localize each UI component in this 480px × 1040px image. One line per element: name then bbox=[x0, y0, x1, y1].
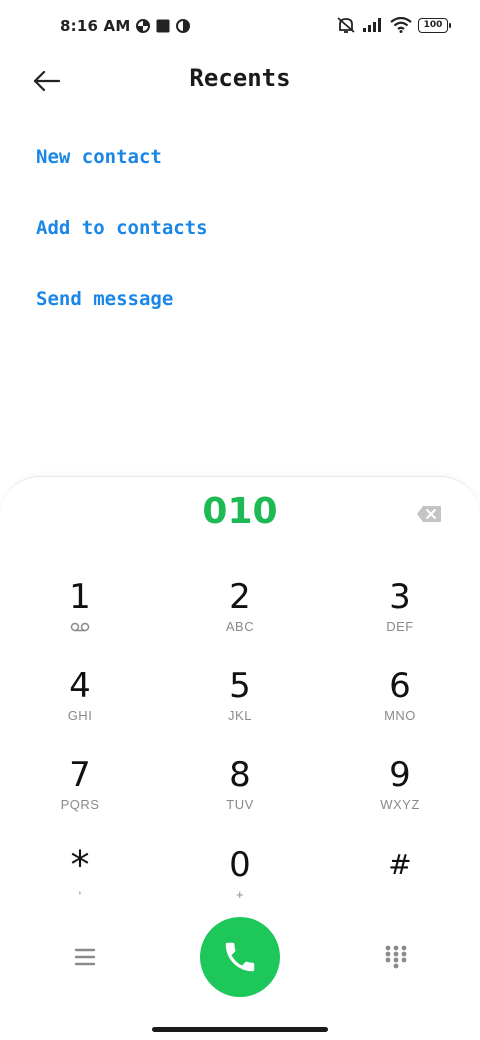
key-3[interactable]: 3 DEF bbox=[340, 577, 460, 657]
call-button[interactable] bbox=[200, 917, 280, 997]
dialer-panel: 010 1 2 ABC 3 DEF 4 GHI 5 JKL 6 MNO 7 PQ… bbox=[0, 476, 480, 1040]
key-digit: 2 bbox=[229, 577, 251, 617]
signal-icon bbox=[363, 18, 381, 32]
key-letters: DEF bbox=[386, 619, 414, 634]
mute-vibrate-icon bbox=[337, 17, 355, 33]
page-title: Recents bbox=[189, 64, 291, 92]
key-1[interactable]: 1 bbox=[20, 577, 140, 657]
key-digit: 7 bbox=[69, 755, 91, 795]
voicemail-icon bbox=[70, 622, 90, 632]
key-letters: TUV bbox=[226, 797, 254, 812]
key-digit: 4 bbox=[69, 666, 91, 706]
key-4[interactable]: 4 GHI bbox=[20, 666, 140, 746]
key-digit: 1 bbox=[69, 577, 91, 617]
key-8[interactable]: 8 TUV bbox=[180, 755, 300, 835]
status-time: 8:16 AM bbox=[60, 17, 131, 35]
key-0[interactable]: 0 + bbox=[180, 845, 300, 925]
key-digit: 9 bbox=[389, 755, 411, 795]
key-7[interactable]: 7 PQRS bbox=[20, 755, 140, 835]
key-digit: 0 bbox=[229, 845, 251, 885]
square-notification-icon bbox=[156, 19, 170, 33]
key-6[interactable]: 6 MNO bbox=[340, 666, 460, 746]
key-digit: # bbox=[388, 848, 412, 881]
backspace-icon[interactable] bbox=[416, 505, 442, 523]
key-digit: 6 bbox=[389, 666, 411, 706]
key-letters: MNO bbox=[384, 708, 416, 723]
header: Recents bbox=[0, 56, 480, 106]
battery-level: 100 bbox=[423, 20, 443, 30]
key-letters: WXYZ bbox=[380, 797, 420, 812]
key-letters: ABC bbox=[225, 619, 255, 634]
key-letters: JKL bbox=[228, 708, 252, 723]
battery-icon: 100 bbox=[418, 17, 451, 33]
key-letters: GHI bbox=[67, 708, 93, 723]
data-saver-icon bbox=[136, 19, 151, 33]
key-digit: 5 bbox=[229, 666, 251, 706]
key-digit: * bbox=[70, 843, 90, 887]
key-hash[interactable]: # bbox=[340, 845, 460, 925]
menu-icon[interactable] bbox=[70, 945, 100, 969]
key-letters: PQRS bbox=[60, 797, 100, 812]
key-star[interactable]: * , bbox=[20, 845, 140, 925]
home-indicator[interactable] bbox=[152, 1027, 328, 1032]
key-letters: , bbox=[77, 881, 83, 896]
phone-icon bbox=[225, 942, 255, 972]
key-digit: 3 bbox=[389, 577, 411, 617]
new-contact-link[interactable]: New contact bbox=[36, 146, 162, 168]
status-bar: 8:16 AM 100 bbox=[0, 0, 480, 56]
add-to-contacts-link[interactable]: Add to contacts bbox=[36, 217, 208, 239]
key-9[interactable]: 9 WXYZ bbox=[340, 755, 460, 835]
data-saver-icon bbox=[176, 19, 191, 33]
dialpad-icon[interactable] bbox=[382, 943, 410, 971]
key-2[interactable]: 2 ABC bbox=[180, 577, 300, 657]
key-5[interactable]: 5 JKL bbox=[180, 666, 300, 746]
wifi-icon bbox=[390, 17, 412, 33]
key-digit: 8 bbox=[229, 755, 251, 795]
dialed-number[interactable]: 010 bbox=[0, 491, 480, 532]
send-message-link[interactable]: Send message bbox=[36, 288, 173, 310]
key-letters: + bbox=[235, 887, 245, 902]
